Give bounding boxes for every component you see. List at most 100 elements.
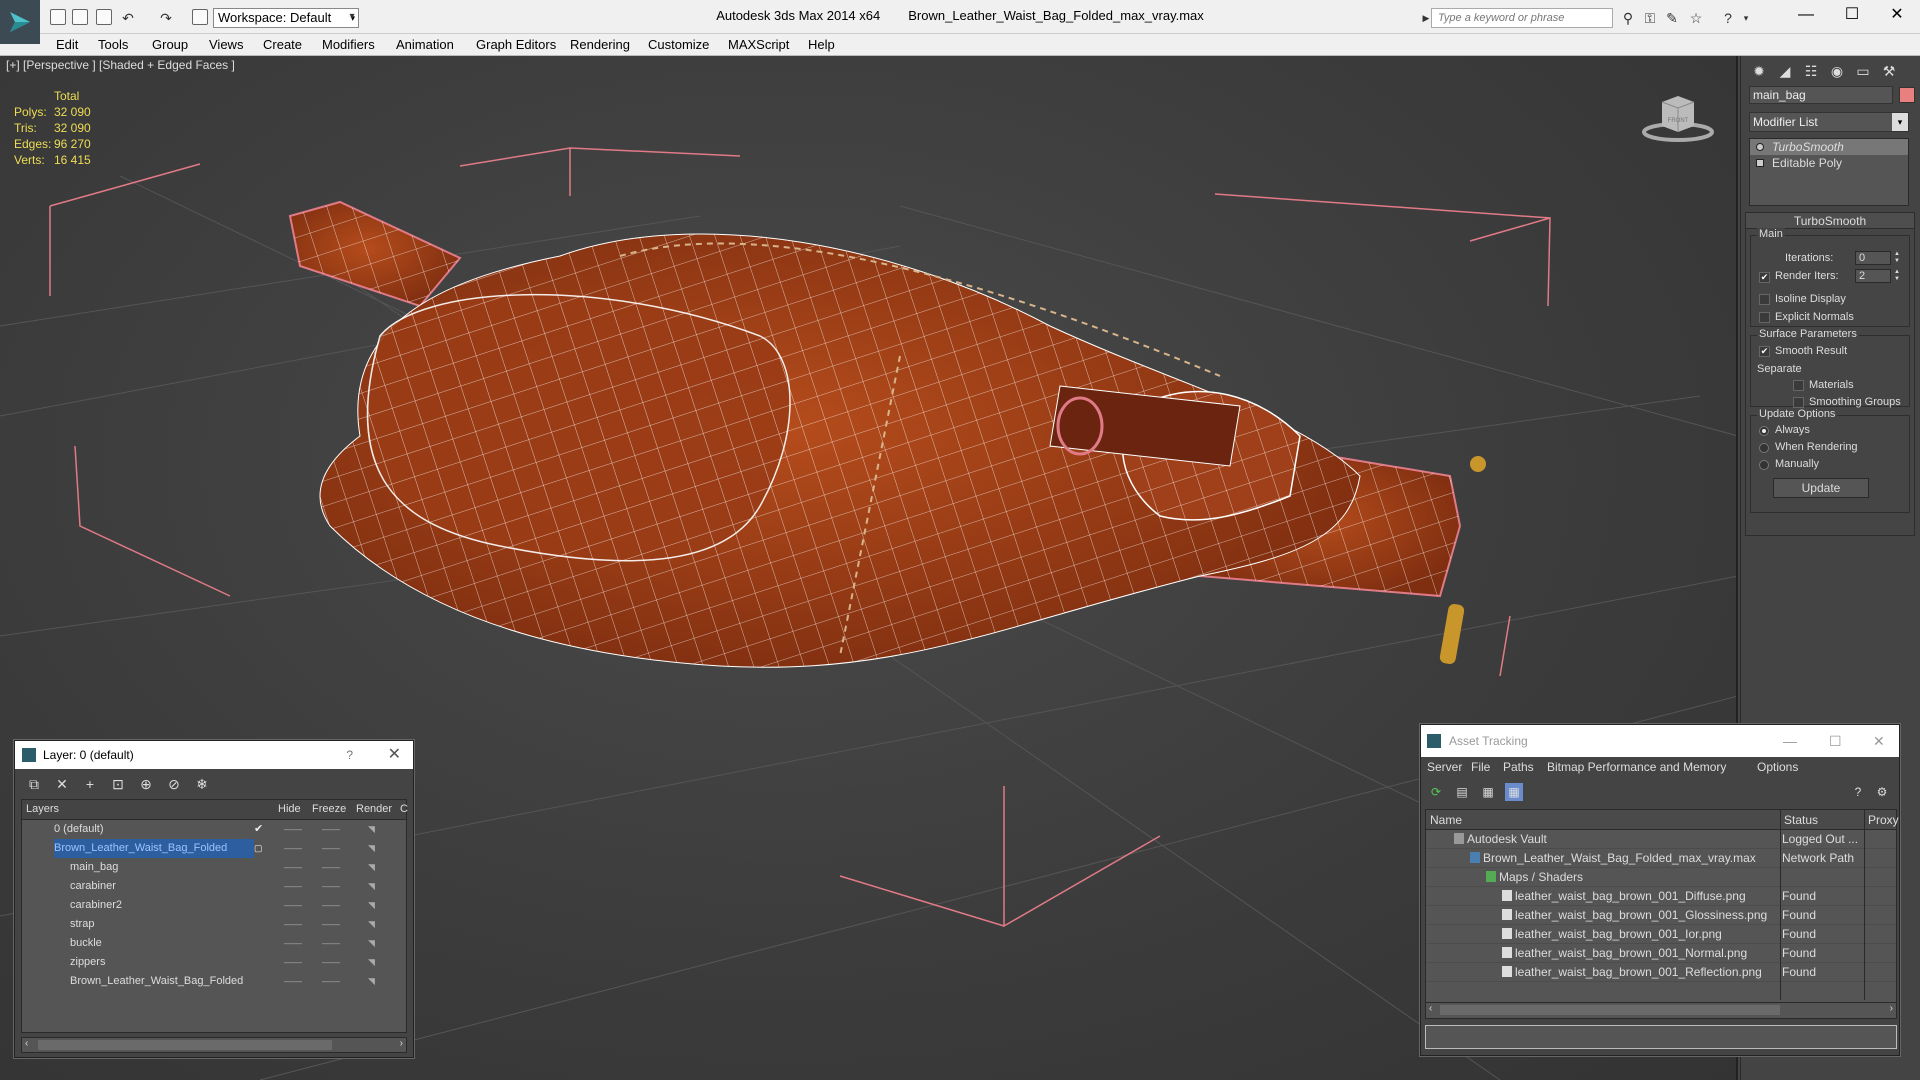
project-folder-icon[interactable] <box>192 9 208 25</box>
undo-icon[interactable]: ↶ <box>120 10 136 26</box>
render-iters-checkbox[interactable]: ✔ <box>1759 272 1770 283</box>
subscription-icon[interactable]: ⚿ <box>1642 10 1658 26</box>
freeze-toggle[interactable]: —— <box>322 877 340 896</box>
layer-row[interactable]: 0 (default) ✔ —— —— ◥ <box>22 820 406 839</box>
menu-rendering[interactable]: Rendering <box>570 34 630 56</box>
hide-toggle[interactable]: —— <box>284 953 302 972</box>
render-toggle[interactable]: ◥ <box>368 877 375 896</box>
smooth-result-checkbox[interactable]: ✔ <box>1759 346 1770 357</box>
column-render[interactable]: Render <box>356 803 392 815</box>
object-row[interactable]: Brown_Leather_Waist_Bag_Folded —— —— ◥ <box>22 972 406 991</box>
menu-file[interactable]: File <box>1471 760 1490 774</box>
render-toggle[interactable]: ◥ <box>368 896 375 915</box>
horizontal-scrollbar[interactable]: ‹ › <box>21 1037 407 1053</box>
asset-path-input[interactable] <box>1425 1025 1897 1049</box>
render-toggle[interactable]: ◥ <box>368 858 375 877</box>
render-iters-spinner[interactable]: 2 <box>1855 269 1891 283</box>
freeze-toggle[interactable]: —— <box>322 820 340 839</box>
menu-customize[interactable]: Customize <box>648 34 709 56</box>
spinner-arrows-icon[interactable]: ▲ ▼ <box>1893 269 1901 283</box>
freeze-toggle[interactable]: —— <box>322 896 340 915</box>
layer-row-selected[interactable]: Brown_Leather_Waist_Bag_Folded ▢ —— —— ◥ <box>22 839 406 858</box>
expand-plus-icon[interactable] <box>1756 159 1764 167</box>
hierarchy-tab-icon[interactable]: ☷ <box>1799 60 1823 82</box>
close-icon[interactable]: ✕ <box>1873 725 1885 757</box>
scroll-right-icon[interactable]: › <box>1890 1003 1893 1014</box>
scrollbar-thumb[interactable] <box>1440 1005 1780 1015</box>
freeze-toggle[interactable]: —— <box>322 915 340 934</box>
update-button[interactable]: Update <box>1773 478 1869 498</box>
isoline-display-checkbox[interactable] <box>1759 294 1770 305</box>
redo-icon[interactable]: ↷ <box>158 10 174 26</box>
asset-row[interactable]: Brown_Leather_Waist_Bag_Folded_max_vray.… <box>1426 849 1896 868</box>
spinner-arrows-icon[interactable]: ▲ ▼ <box>1893 251 1901 265</box>
asset-row[interactable]: leather_waist_bag_brown_001_Normal.png Fo… <box>1426 944 1896 963</box>
menu-views[interactable]: Views <box>209 34 243 56</box>
hide-toggle[interactable]: —— <box>284 839 302 858</box>
motion-tab-icon[interactable]: ◉ <box>1825 60 1849 82</box>
close-icon[interactable]: ✕ <box>388 741 401 769</box>
menu-graph-editors[interactable]: Graph Editors <box>476 34 556 56</box>
hide-toggle[interactable]: —— <box>284 858 302 877</box>
scroll-right-icon[interactable]: › <box>400 1038 403 1049</box>
help-icon[interactable]: ? <box>1849 783 1867 801</box>
help-icon[interactable]: ? <box>1720 10 1736 26</box>
freeze-toggle[interactable]: —— <box>322 934 340 953</box>
asset-row[interactable]: Maps / Shaders <box>1426 868 1896 887</box>
minimize-button[interactable]: — <box>1783 0 1829 32</box>
menu-server[interactable]: Server <box>1427 760 1462 774</box>
object-row[interactable]: carabiner2 —— —— ◥ <box>22 896 406 915</box>
new-file-icon[interactable] <box>50 9 66 25</box>
update-when-rendering-radio[interactable] <box>1759 443 1769 453</box>
create-tab-icon[interactable]: ✹ <box>1747 60 1771 82</box>
modify-tab-icon[interactable]: ◢ <box>1773 60 1797 82</box>
column-status[interactable]: Status <box>1784 813 1818 827</box>
menu-help[interactable]: Help <box>808 34 835 56</box>
iterations-spinner[interactable]: 0 <box>1855 251 1891 265</box>
layer-panel-titlebar[interactable]: Layer: 0 (default) ? ✕ <box>15 741 413 769</box>
menu-options[interactable]: Options <box>1757 760 1798 774</box>
object-row[interactable]: main_bag —— —— ◥ <box>22 858 406 877</box>
render-toggle[interactable]: ◥ <box>368 820 375 839</box>
freeze-toggle[interactable]: —— <box>322 858 340 877</box>
column-name[interactable]: Name <box>1430 813 1462 827</box>
maximize-button[interactable]: ☐ <box>1829 0 1875 32</box>
utilities-tab-icon[interactable]: ⚒ <box>1877 60 1901 82</box>
open-file-icon[interactable] <box>72 9 88 25</box>
asset-row[interactable]: leather_waist_bag_brown_001_Diffuse.png F… <box>1426 887 1896 906</box>
freeze-toggle[interactable]: —— <box>322 839 340 858</box>
workspace-menu-icon[interactable]: ▾ <box>344 9 360 25</box>
hide-toggle[interactable]: —— <box>284 896 302 915</box>
asset-row[interactable]: leather_waist_bag_brown_001_Glossiness.p… <box>1426 906 1896 925</box>
materials-checkbox[interactable] <box>1793 380 1804 391</box>
stack-item-turbosmooth[interactable]: TurboSmooth <box>1750 139 1908 155</box>
close-button[interactable]: ✕ <box>1874 0 1920 32</box>
column-proxy[interactable]: Proxy <box>1868 813 1899 827</box>
asset-row[interactable]: leather_waist_bag_brown_001_Ior.png Found <box>1426 925 1896 944</box>
hide-toggle[interactable]: —— <box>284 915 302 934</box>
object-row[interactable]: carabiner —— —— ◥ <box>22 877 406 896</box>
menu-edit[interactable]: Edit <box>56 34 78 56</box>
object-name-input[interactable]: main_bag <box>1749 86 1893 104</box>
modifier-list-dropdown[interactable]: Modifier List ▾ <box>1749 112 1909 132</box>
object-row[interactable]: strap —— —— ◥ <box>22 915 406 934</box>
add-to-layer-icon[interactable]: ▢ <box>254 839 263 858</box>
settings-icon[interactable]: ⚙ <box>1873 783 1891 801</box>
scroll-left-icon[interactable]: ‹ <box>1429 1003 1432 1014</box>
list-view-icon[interactable]: ▤ <box>1453 783 1471 801</box>
horizontal-scrollbar[interactable]: ‹ › <box>1426 1002 1896 1018</box>
active-layer-check-icon[interactable]: ✔ <box>254 820 263 839</box>
highlight-layer-icon[interactable]: ⊕ <box>137 775 155 793</box>
help-dropdown-icon[interactable]: ▾ <box>1738 10 1754 26</box>
hide-toggle[interactable]: —— <box>284 934 302 953</box>
thumbnail-view-icon[interactable]: ▦ <box>1479 783 1497 801</box>
freeze-all-icon[interactable]: ❄ <box>193 775 211 793</box>
search-input[interactable]: Type a keyword or phrase <box>1431 8 1613 28</box>
menu-bitmap-performance[interactable]: Bitmap Performance and Memory <box>1547 760 1726 774</box>
help-button[interactable]: ? <box>346 741 353 769</box>
app-logo-button[interactable] <box>0 0 40 44</box>
asset-row[interactable]: Autodesk Vault Logged Out ... <box>1426 830 1896 849</box>
add-selection-icon[interactable]: + <box>81 775 99 793</box>
freeze-toggle[interactable]: —— <box>322 972 340 991</box>
hide-toggle[interactable]: —— <box>284 820 302 839</box>
